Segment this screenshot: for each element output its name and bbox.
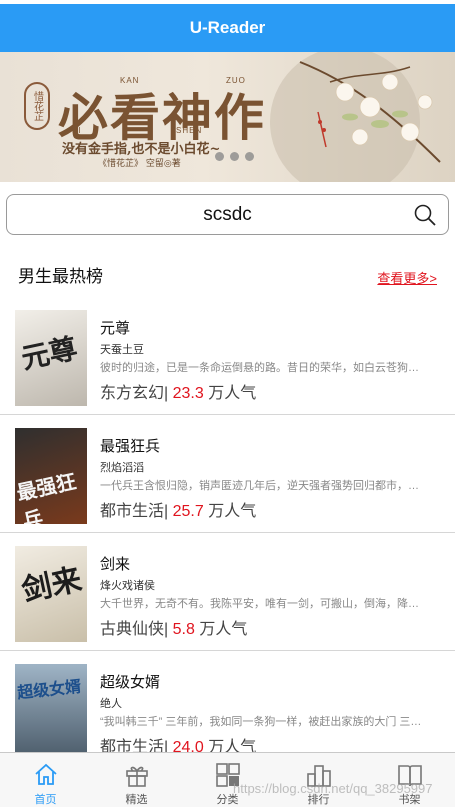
tab-featured[interactable]: 精选 bbox=[91, 753, 182, 807]
banner-dot[interactable] bbox=[230, 152, 239, 161]
book-description: 彼时的归途，已是一条命运倒悬的路。昔日的荣华，如白云苍狗… bbox=[100, 362, 419, 374]
book-popularity-unit: 万人气 bbox=[208, 503, 257, 520]
tab-featured-label: 精选 bbox=[125, 794, 148, 806]
book-cover: 剑来 bbox=[15, 546, 87, 642]
book-description: 一代兵王含恨归隐，销声匿迹几年后，逆天强者强势回归都市，… bbox=[100, 480, 419, 492]
bottom-tab-bar: 首页 精选 分类 排行 书架 bbox=[0, 752, 455, 807]
home-icon bbox=[34, 763, 57, 785]
book-author: 绝人 bbox=[100, 698, 122, 710]
app-title: U-Reader bbox=[189, 18, 266, 37]
banner-byline: 《惜花芷》 空留◎著 bbox=[98, 159, 181, 169]
search-box[interactable] bbox=[6, 194, 449, 235]
book-cover: 元尊 bbox=[15, 310, 87, 406]
see-more-link[interactable]: 查看更多> bbox=[377, 268, 437, 287]
book-title: 剑来 bbox=[100, 556, 131, 573]
search-icon[interactable] bbox=[413, 203, 437, 227]
book-author: 烽火戏诸侯 bbox=[100, 580, 155, 592]
book-item[interactable]: 最强狂兵 最强狂兵 烈焰滔滔 一代兵王含恨归隐，销声匿迹几年后，逆天强者强势回归… bbox=[0, 416, 455, 533]
book-meta: 都市生活| 25.7 万人气 bbox=[100, 503, 257, 520]
book-popularity: 25.7 bbox=[172, 503, 204, 520]
banner-dot[interactable] bbox=[245, 152, 254, 161]
book-popularity: 23.3 bbox=[172, 385, 204, 402]
tab-home[interactable]: 首页 bbox=[0, 753, 91, 807]
book-popularity-unit: 万人气 bbox=[208, 385, 257, 402]
book-description: “我叫韩三千” 三年前，我如同一条狗一样，被赶出家族的大门 三… bbox=[100, 716, 422, 728]
book-cover: 超级女婿 bbox=[15, 664, 87, 760]
book-title: 元尊 bbox=[100, 320, 131, 337]
book-genre: 古典仙侠 bbox=[100, 621, 165, 638]
banner-stamp: 惜花芷 bbox=[24, 82, 50, 130]
book-item[interactable]: 元尊 元尊 天蚕土豆 彼时的归途，已是一条命运倒悬的路。昔日的荣华，如白云苍狗…… bbox=[0, 298, 455, 415]
book-item[interactable]: 剑来 剑来 烽火戏诸侯 大千世界，无奇不有。我陈平安，唯有一剑，可搬山，倒海，降… bbox=[0, 534, 455, 651]
book-title: 最强狂兵 bbox=[100, 438, 161, 455]
book-meta: 东方玄幻| 23.3 万人气 bbox=[100, 385, 257, 402]
app-header: U-Reader bbox=[0, 4, 455, 52]
book-author: 天蚕土豆 bbox=[100, 344, 144, 356]
section-title: 男生最热榜 bbox=[18, 267, 103, 286]
book-meta: 古典仙侠| 5.8 万人气 bbox=[100, 621, 248, 638]
tab-ranking[interactable]: 排行 bbox=[273, 753, 364, 807]
book-cover: 最强狂兵 bbox=[15, 428, 87, 524]
search-input[interactable] bbox=[77, 203, 378, 226]
tab-home-label: 首页 bbox=[34, 794, 57, 806]
banner-tagline: 没有金手指,也不是小白花~ bbox=[62, 142, 221, 157]
banner-dot[interactable] bbox=[215, 152, 224, 161]
promo-banner[interactable]: 惜花芷 KAN ZUO BI SHEN 必看神作 没有金手指,也不是小白花~ 《… bbox=[0, 52, 455, 182]
tab-categories[interactable]: 分类 bbox=[182, 753, 273, 807]
book-author: 烈焰滔滔 bbox=[100, 462, 144, 474]
book-description: 大千世界，无奇不有。我陈平安，唯有一剑，可搬山，倒海，降… bbox=[100, 598, 419, 610]
book-popularity: 5.8 bbox=[172, 621, 195, 638]
watermark-text: https://blog.csdn.net/qq_38295997 bbox=[233, 781, 433, 796]
tab-bookshelf[interactable]: 书架 bbox=[364, 753, 455, 807]
book-popularity-unit: 万人气 bbox=[199, 621, 248, 638]
banner-flower-illustration bbox=[299, 61, 441, 163]
banner-pagination bbox=[215, 152, 254, 161]
book-title: 超级女婿 bbox=[100, 674, 161, 691]
book-genre: 东方玄幻 bbox=[100, 385, 165, 402]
book-genre: 都市生活 bbox=[100, 503, 165, 520]
gift-icon bbox=[125, 766, 148, 787]
